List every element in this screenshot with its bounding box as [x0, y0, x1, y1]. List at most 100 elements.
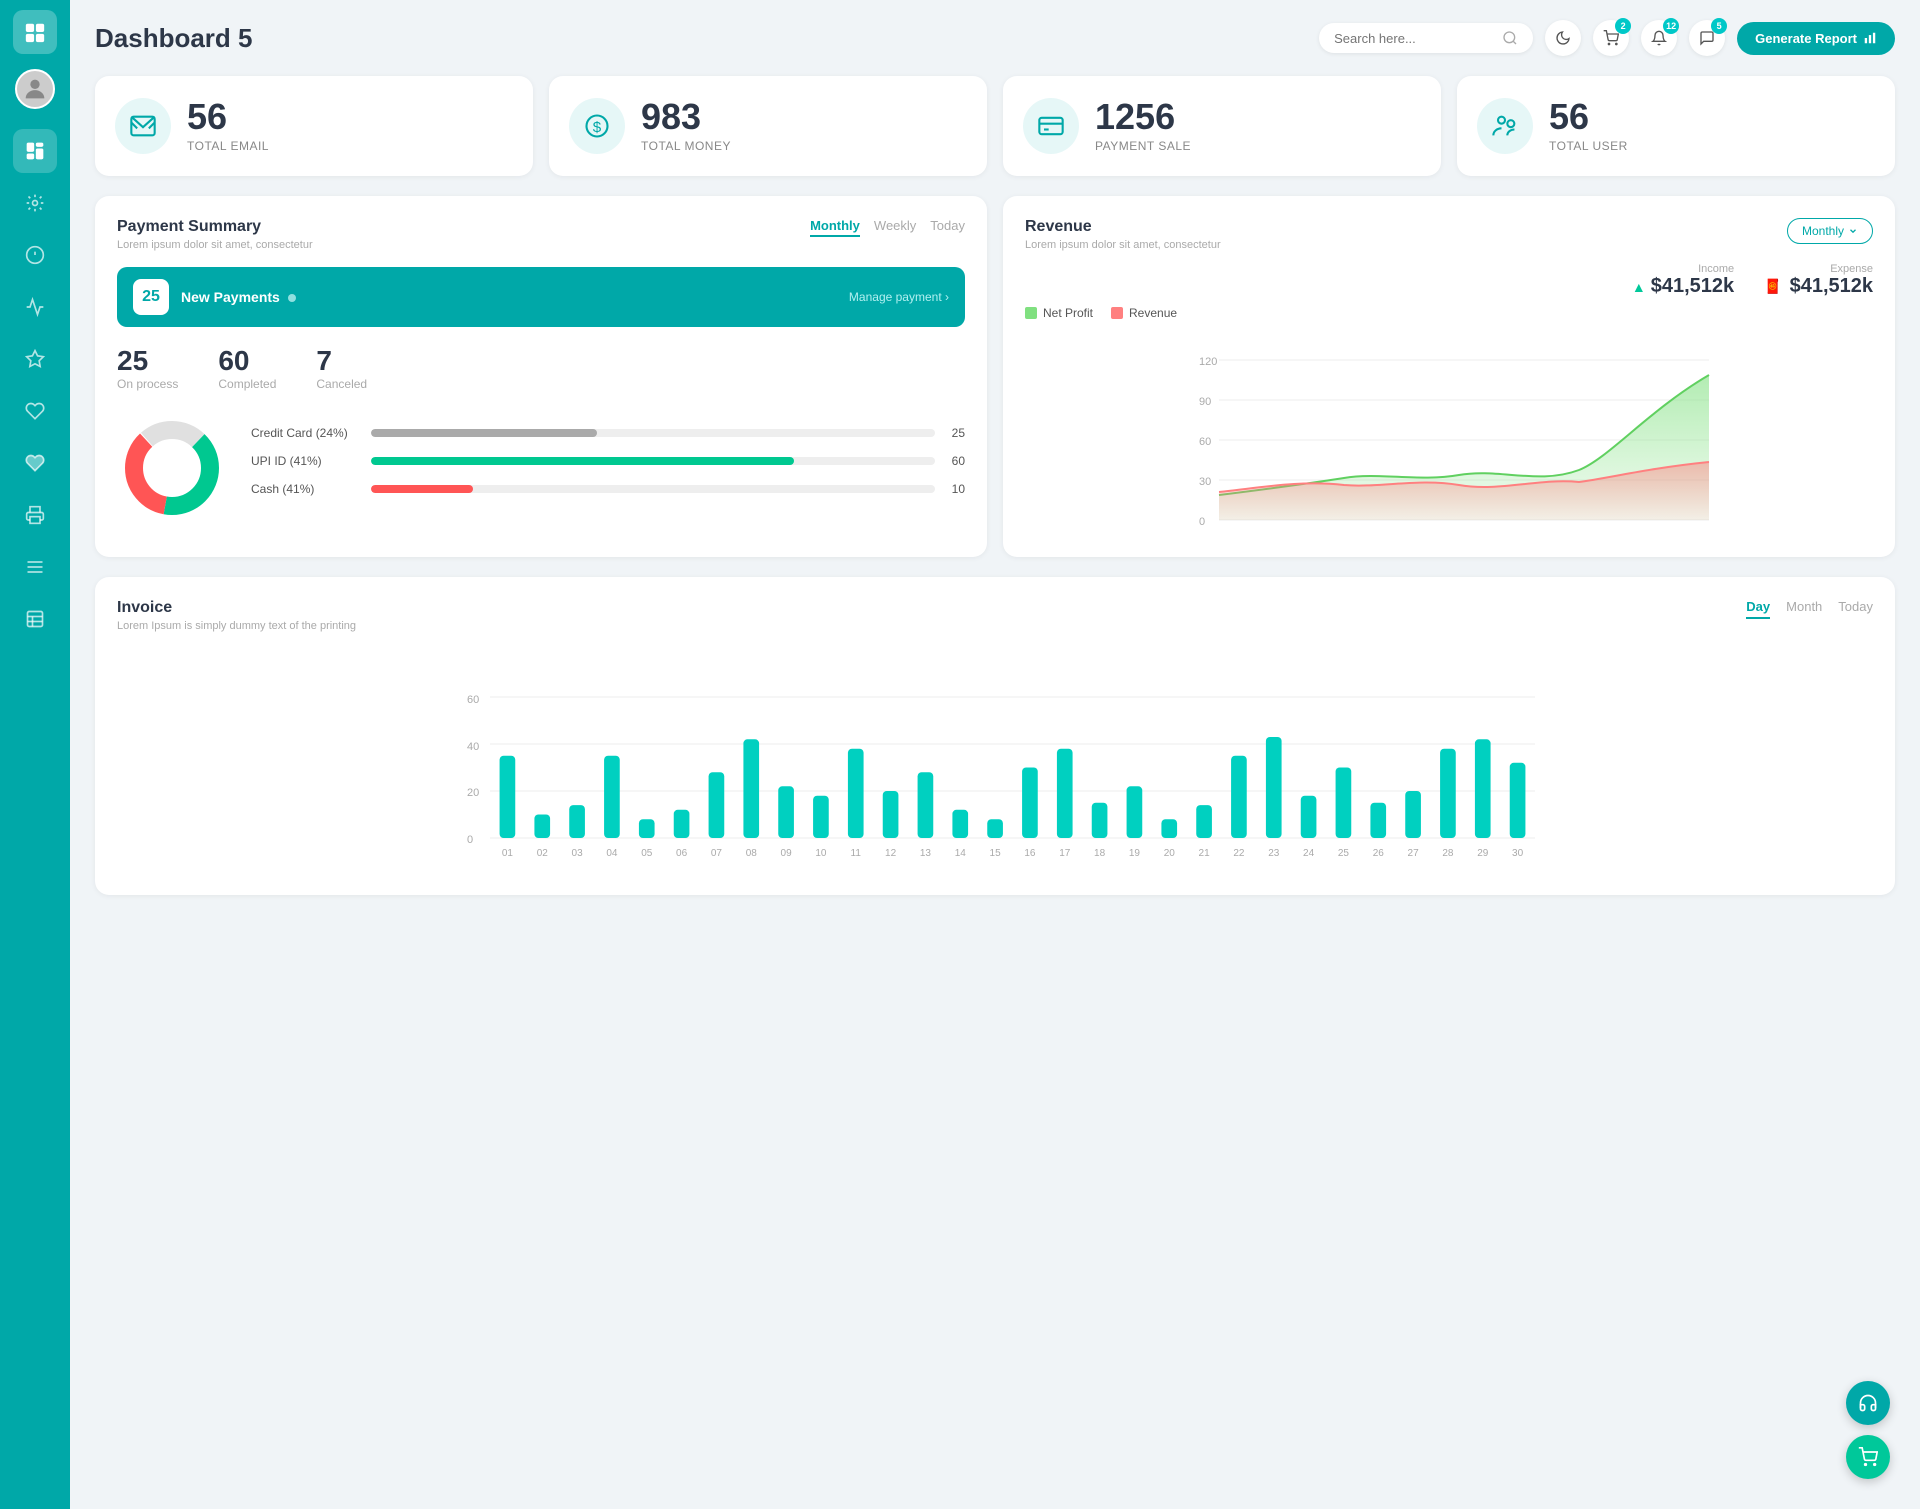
x-label-1: 01: [502, 848, 514, 859]
bar-3[interactable]: [569, 805, 585, 838]
x-label-17: 17: [1059, 848, 1071, 859]
revenue-monthly-btn[interactable]: Monthly: [1787, 218, 1873, 244]
bar-23[interactable]: [1266, 737, 1282, 838]
svg-text:Apr: Apr: [1441, 529, 1458, 530]
email-icon: [115, 98, 171, 154]
bar-9[interactable]: [778, 786, 794, 838]
income-item: Income ▲ $41,512k: [1632, 263, 1734, 298]
payment-stats-row: 25 On process 60 Completed 7 Canceled: [117, 345, 965, 391]
bar-14[interactable]: [952, 810, 968, 838]
progress-row-credit: Credit Card (24%) 25: [251, 426, 965, 440]
bar-chart-icon: [1863, 31, 1877, 45]
bar-5[interactable]: [639, 819, 655, 838]
sidebar-item-info[interactable]: [13, 233, 57, 277]
bar-6[interactable]: [674, 810, 690, 838]
moon-icon: [1555, 30, 1571, 46]
bar-22[interactable]: [1231, 756, 1247, 838]
sidebar-item-dashboard[interactable]: [13, 129, 57, 173]
cart-icon: [1603, 30, 1619, 46]
bar-15[interactable]: [987, 819, 1003, 838]
bar-13[interactable]: [918, 772, 934, 838]
revenue-subtitle: Lorem ipsum dolor sit amet, consectetur: [1025, 239, 1221, 251]
x-label-7: 07: [711, 848, 723, 859]
sidebar-item-settings[interactable]: [13, 181, 57, 225]
bar-2[interactable]: [534, 815, 550, 839]
revenue-title: Revenue: [1025, 218, 1221, 236]
tab-weekly[interactable]: Weekly: [874, 218, 916, 237]
progress-bars: Credit Card (24%) 25 UPI ID (41%) 60: [251, 426, 965, 510]
tab-monthly[interactable]: Monthly: [810, 218, 860, 237]
donut-chart: [117, 413, 227, 523]
invoice-tab-day[interactable]: Day: [1746, 599, 1770, 619]
sidebar-item-print[interactable]: [13, 493, 57, 537]
manage-payment-link[interactable]: Manage payment ›: [849, 290, 949, 304]
bar-8[interactable]: [743, 739, 759, 838]
stat-cards: 56 TOTAL EMAIL $ 983 TOTAL MONEY 1256 PA…: [95, 76, 1895, 176]
bar-17[interactable]: [1057, 749, 1073, 838]
sidebar-logo[interactable]: [13, 10, 57, 54]
net-profit-dot: [1025, 307, 1037, 319]
chat-btn[interactable]: 5: [1689, 20, 1725, 56]
revenue-chart-area: 0 30 60 90 120: [1025, 330, 1873, 535]
bar-10[interactable]: [813, 796, 829, 838]
svg-text:Jan: Jan: [1210, 529, 1228, 530]
payment-sale-number: 1256: [1095, 99, 1191, 135]
sidebar-item-menu[interactable]: [13, 545, 57, 589]
sidebar-item-chart[interactable]: [13, 285, 57, 329]
sidebar-item-star[interactable]: [13, 337, 57, 381]
bar-7[interactable]: [709, 772, 725, 838]
total-user-label: TOTAL USER: [1549, 139, 1628, 153]
bar-19[interactable]: [1127, 786, 1143, 838]
bar-4[interactable]: [604, 756, 620, 838]
chat-icon: [1699, 30, 1715, 46]
bar-12[interactable]: [883, 791, 899, 838]
bar-20[interactable]: [1161, 819, 1177, 838]
payment-icon: [1023, 98, 1079, 154]
total-user-number: 56: [1549, 99, 1628, 135]
bar-18[interactable]: [1092, 803, 1108, 838]
search-input[interactable]: [1334, 31, 1494, 46]
cart-btn[interactable]: 2: [1593, 20, 1629, 56]
bell-btn[interactable]: 12: [1641, 20, 1677, 56]
sidebar-item-list[interactable]: [13, 597, 57, 641]
bar-28[interactable]: [1440, 749, 1456, 838]
svg-text:May: May: [1517, 529, 1538, 530]
bar-26[interactable]: [1370, 803, 1386, 838]
bar-11[interactable]: [848, 749, 864, 838]
headphone-icon: [1858, 1393, 1878, 1413]
bar-25[interactable]: [1336, 768, 1352, 839]
bar-24[interactable]: [1301, 796, 1317, 838]
avatar[interactable]: [15, 69, 55, 109]
invoice-tab-today[interactable]: Today: [1838, 599, 1873, 619]
invoice-bar-chart-svg: 0 20 40 60 01020304050607080910111213141…: [117, 648, 1873, 868]
sidebar-item-heart[interactable]: [13, 389, 57, 433]
bar-1[interactable]: [500, 756, 516, 838]
progress-fill-cash: [371, 485, 473, 493]
svg-text:0: 0: [1199, 516, 1205, 528]
stat-on-process: 25 On process: [117, 345, 178, 391]
bar-27[interactable]: [1405, 791, 1421, 838]
np-dot: [288, 294, 296, 302]
bar-21[interactable]: [1196, 805, 1212, 838]
dark-mode-btn[interactable]: [1545, 20, 1581, 56]
support-float-btn[interactable]: [1846, 1381, 1890, 1425]
generate-report-button[interactable]: Generate Report: [1737, 22, 1895, 55]
income-expense: Income ▲ $41,512k Expense 🧧 $41,512k: [1025, 263, 1873, 298]
x-label-29: 29: [1477, 848, 1489, 859]
bar-30[interactable]: [1510, 763, 1526, 838]
total-money-label: TOTAL MONEY: [641, 139, 731, 153]
invoice-tab-month[interactable]: Month: [1786, 599, 1822, 619]
sidebar: [0, 0, 70, 1509]
x-label-22: 22: [1233, 848, 1245, 859]
svg-text:Jun: Jun: [1610, 529, 1628, 530]
cart-float-icon: [1858, 1447, 1878, 1467]
stat-card-money: $ 983 TOTAL MONEY: [549, 76, 987, 176]
cart-float-btn[interactable]: [1846, 1435, 1890, 1479]
sidebar-item-heart2[interactable]: [13, 441, 57, 485]
x-label-27: 27: [1408, 848, 1420, 859]
bar-16[interactable]: [1022, 768, 1038, 839]
tab-today[interactable]: Today: [930, 218, 965, 237]
progress-fill-credit: [371, 429, 597, 437]
x-label-16: 16: [1024, 848, 1036, 859]
bar-29[interactable]: [1475, 739, 1491, 838]
